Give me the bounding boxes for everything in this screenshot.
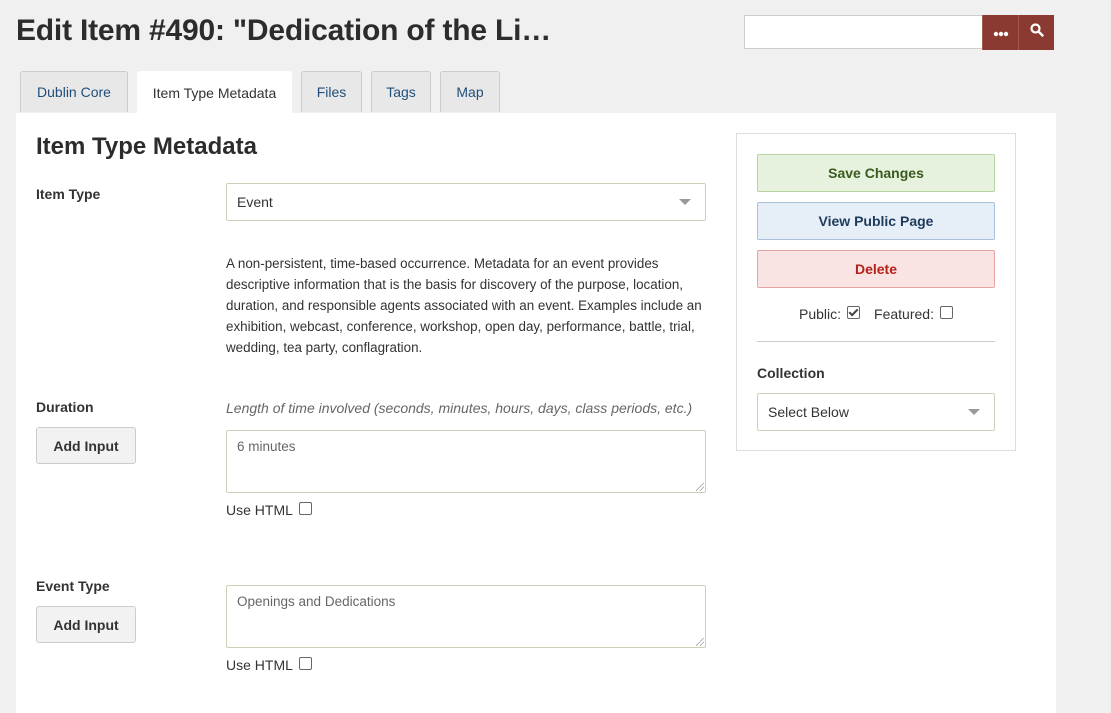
featured-checkbox[interactable]	[939, 305, 953, 319]
search-bar	[744, 15, 1054, 50]
event-type-add-input-button[interactable]: Add Input	[36, 606, 136, 643]
search-icon	[1029, 23, 1044, 42]
tab-map[interactable]: Map	[440, 71, 500, 112]
duration-value: 6 minutes	[237, 439, 296, 454]
event-type-use-html: Use HTML	[226, 656, 312, 673]
event-type-textarea[interactable]: Openings and Dedications	[226, 585, 706, 648]
save-changes-button[interactable]: Save Changes	[757, 154, 995, 192]
tab-item-type-metadata[interactable]: Item Type Metadata	[137, 71, 292, 114]
duration-hint: Length of time involved (seconds, minute…	[226, 400, 693, 416]
search-options-button[interactable]	[982, 15, 1018, 50]
item-type-description: A non-persistent, time-based occurrence.…	[226, 256, 702, 355]
chevron-down-icon	[968, 409, 980, 415]
public-label: Public:	[799, 306, 842, 322]
collection-label: Collection	[757, 365, 825, 381]
collection-value: Select Below	[768, 404, 849, 420]
page-title: Edit Item #490: "Dedication of the Li…	[16, 14, 552, 47]
section-title: Item Type Metadata	[36, 133, 257, 160]
public-checkbox[interactable]	[847, 305, 861, 319]
edit-sidebar: Save Changes View Public Page Delete Pub…	[736, 133, 1016, 451]
search-submit-button[interactable]	[1018, 15, 1054, 50]
search-input[interactable]	[744, 15, 982, 49]
view-public-page-button[interactable]: View Public Page	[757, 202, 995, 240]
item-type-value: Event	[237, 194, 273, 210]
chevron-down-icon	[679, 199, 691, 205]
divider	[757, 341, 995, 342]
duration-label: Duration	[36, 399, 94, 415]
tab-bar: Dublin Core Item Type Metadata Files Tag…	[20, 71, 509, 114]
event-type-value: Openings and Dedications	[237, 594, 396, 609]
duration-add-input-button[interactable]: Add Input	[36, 427, 136, 464]
event-type-use-html-checkbox[interactable]	[298, 656, 312, 670]
duration-textarea[interactable]: 6 minutes	[226, 430, 706, 493]
tab-files[interactable]: Files	[301, 71, 362, 112]
tab-dublin-core[interactable]: Dublin Core	[20, 71, 128, 112]
tab-tags[interactable]: Tags	[371, 71, 431, 112]
item-type-label: Item Type	[36, 186, 101, 202]
featured-label: Featured:	[874, 306, 934, 322]
event-type-label: Event Type	[36, 578, 110, 594]
use-html-label: Use HTML	[226, 657, 293, 673]
visibility-flags: Public: Featured:	[737, 305, 1015, 322]
duration-use-html-checkbox[interactable]	[298, 501, 312, 515]
resize-handle-icon[interactable]	[696, 638, 704, 646]
use-html-label: Use HTML	[226, 502, 293, 518]
delete-button[interactable]: Delete	[757, 250, 995, 288]
ellipsis-icon	[993, 24, 1009, 42]
duration-use-html: Use HTML	[226, 501, 312, 518]
resize-handle-icon[interactable]	[696, 483, 704, 491]
item-type-select[interactable]: Event	[226, 183, 706, 221]
collection-select[interactable]: Select Below	[757, 393, 995, 431]
